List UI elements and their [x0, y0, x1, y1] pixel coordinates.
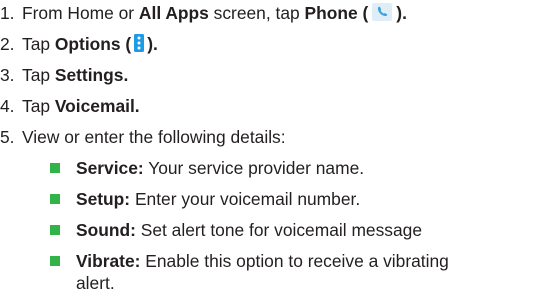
- step-text: From Home or: [22, 3, 139, 23]
- detail-term: Service:: [76, 158, 144, 178]
- phone-label: Phone (: [304, 3, 369, 23]
- step-text: Tap: [22, 34, 55, 54]
- step-3: 3. Tap Settings.: [0, 64, 128, 86]
- detail-term: Setup:: [76, 189, 131, 209]
- step-number: 3.: [0, 65, 15, 85]
- phone-icon: [372, 3, 393, 22]
- instruction-page: 1. From Home or All Apps screen, tap Phon…: [0, 0, 549, 296]
- step-number: 5.: [0, 127, 15, 147]
- step-number: 4.: [0, 96, 15, 116]
- bullet-square-icon: [50, 163, 60, 173]
- detail-description: Enter your voicemail number.: [130, 189, 361, 209]
- step-number: 1.: [0, 3, 15, 23]
- step-text: screen, tap: [208, 3, 305, 23]
- bullet-square-icon: [50, 256, 60, 266]
- step-text: View or enter the following details:: [22, 127, 286, 147]
- voicemail-label: Voicemail.: [54, 96, 140, 116]
- step-1: 1. From Home or All Apps screen, tap Phon…: [0, 2, 407, 24]
- options-close-label: ).: [147, 34, 158, 54]
- detail-description: Enable this option to receive a vibratin…: [140, 251, 449, 271]
- step-2: 2. Tap Options ().: [0, 33, 158, 55]
- bullet-square-icon: [50, 225, 60, 235]
- detail-description: Your service provider name.: [143, 158, 365, 178]
- step-4: 4. Tap Voicemail.: [0, 95, 140, 117]
- all-apps-label: All Apps: [138, 3, 209, 23]
- detail-description-continued: alert.: [76, 273, 115, 293]
- step-text: Tap: [22, 65, 55, 85]
- bullet-square-icon: [50, 194, 60, 204]
- step-text: Tap: [22, 96, 55, 116]
- step-number: 2.: [0, 34, 15, 54]
- detail-term: Vibrate:: [76, 251, 141, 271]
- detail-term: Sound:: [76, 220, 136, 240]
- step-5: 5. View or enter the following details:: [0, 126, 286, 148]
- phone-close-label: ).: [396, 3, 407, 23]
- options-label: Options (: [54, 34, 132, 54]
- settings-label: Settings.: [54, 65, 129, 85]
- options-icon: [134, 34, 145, 53]
- detail-description: Set alert tone for voicemail message: [135, 220, 423, 240]
